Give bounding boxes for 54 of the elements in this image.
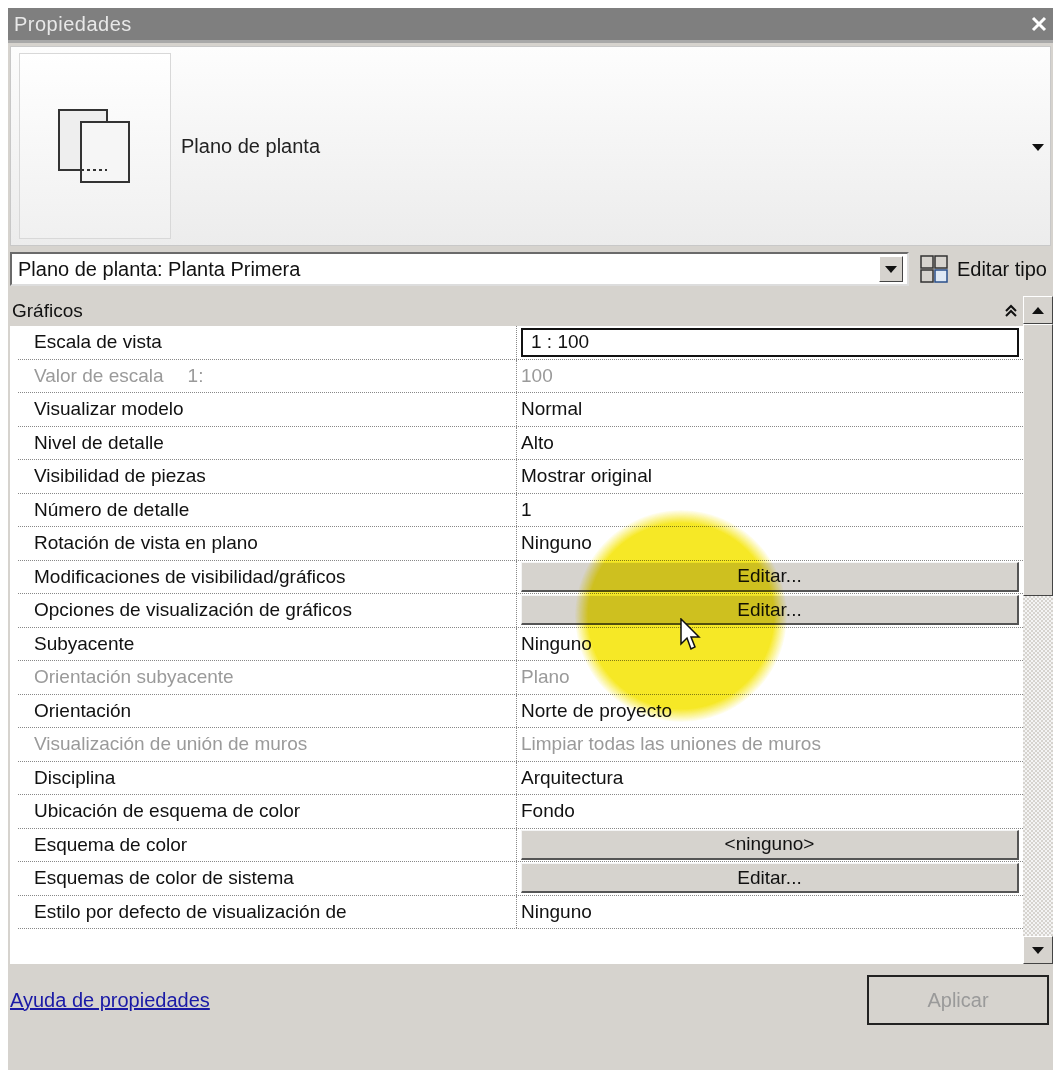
property-label: Opciones de visualización de gráficos <box>34 599 352 622</box>
property-value: Plano <box>521 666 570 689</box>
property-value: Normal <box>521 398 583 421</box>
property-label: Número de detalle <box>34 498 190 521</box>
property-label: Nivel de detalle <box>34 431 164 454</box>
edit-type-button[interactable]: Editar tipo <box>918 254 1047 284</box>
cursor-icon <box>680 618 704 652</box>
dropdown-button[interactable] <box>878 256 903 282</box>
property-value: 100 <box>521 364 553 387</box>
collapse-icon[interactable] <box>1005 304 1017 318</box>
property-label: Visualización de unión de muros <box>34 733 308 756</box>
edit-button[interactable]: <ninguno> <box>521 829 1019 860</box>
property-label: Modificaciones de visibilidad/gráficos <box>34 565 346 588</box>
category-label: Gráficos <box>12 300 83 322</box>
edit-button[interactable]: Editar... <box>521 863 1019 894</box>
dropdown-icon <box>1032 144 1044 151</box>
scrollbar[interactable] <box>1023 296 1053 964</box>
property-value: Alto <box>521 431 554 454</box>
property-value: Fondo <box>521 800 575 823</box>
caret-down-icon <box>1032 946 1044 954</box>
property-value: Ninguno <box>521 532 592 555</box>
caret-up-icon <box>1032 306 1044 314</box>
scroll-up-button[interactable] <box>1023 296 1053 324</box>
property-label: Ubicación de esquema de color <box>34 800 301 823</box>
property-label: Valor de escala <box>34 364 164 387</box>
scroll-down-button[interactable] <box>1023 936 1053 964</box>
window-title: Propiedades <box>14 12 132 36</box>
help-link[interactable]: Ayuda de propiedades <box>10 988 210 1012</box>
value-field[interactable]: 1 : 100 <box>521 327 1019 357</box>
property-value: 1 <box>521 498 532 521</box>
unit-label: 1: <box>187 364 204 387</box>
category-header[interactable]: Gráficos <box>10 296 1023 326</box>
close-icon[interactable] <box>1031 16 1047 32</box>
property-value: Arquitectura <box>521 766 624 789</box>
scroll-thumb[interactable] <box>1023 324 1053 596</box>
property-label: Esquema de color <box>34 833 188 856</box>
type-name: Plano de planta <box>181 134 321 158</box>
property-label: Esquemas de color de sistema <box>34 867 294 890</box>
property-value: Limpiar todas las uniones de muros <box>521 733 821 756</box>
property-value: Norte de proyecto <box>521 699 673 722</box>
type-selector[interactable]: Plano de planta: Planta Primera <box>10 252 909 286</box>
property-label: Visualizar modelo <box>34 398 184 421</box>
property-value: Mostrar original <box>521 465 652 488</box>
property-value: Ninguno <box>521 900 592 923</box>
property-label: Orientación <box>34 699 132 722</box>
property-label: Visibilidad de piezas <box>34 465 206 488</box>
property-label: Disciplina <box>34 766 116 789</box>
property-label: Escala de vista <box>34 331 162 354</box>
property-label: Estilo por defecto de visualización de <box>34 900 347 923</box>
property-label: Subyacente <box>34 632 135 655</box>
caret-icon <box>884 265 897 273</box>
type-properties-icon <box>918 254 949 284</box>
property-label: Rotación de vista en plano <box>34 532 258 555</box>
property-label: Orientación subyacente <box>34 666 234 689</box>
